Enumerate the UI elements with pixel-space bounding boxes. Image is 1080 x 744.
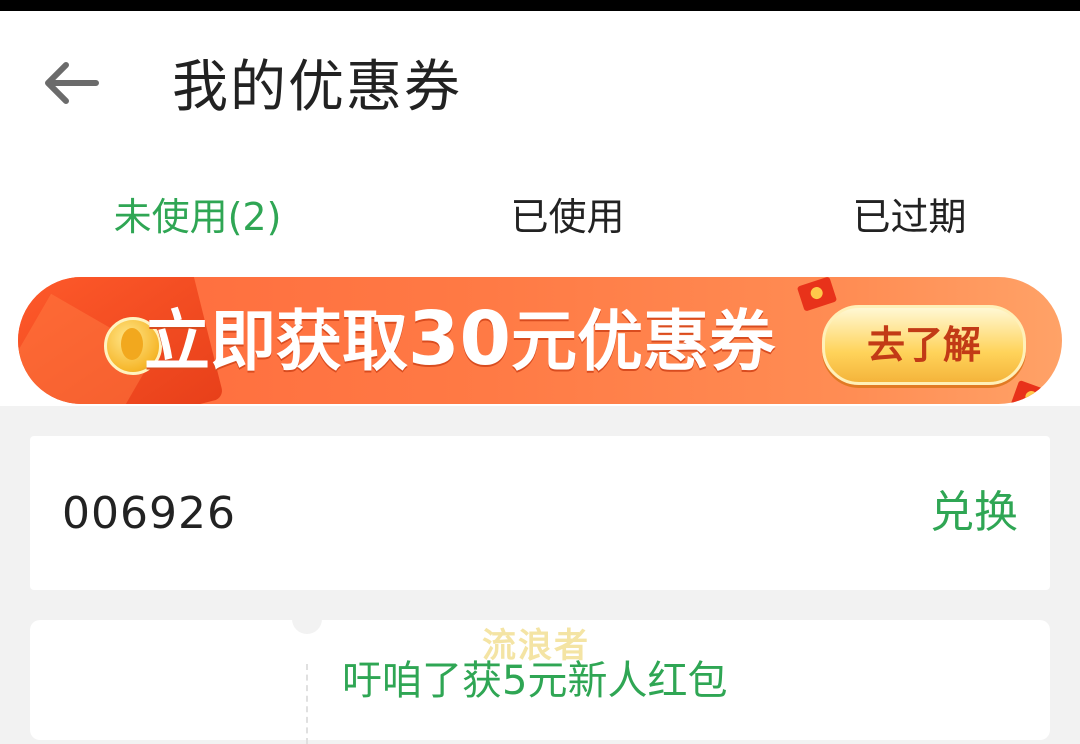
banner-headline: 立即获取30元优惠券	[144, 289, 775, 389]
page-title: 我的优惠券	[172, 55, 462, 120]
promo-banner-area: 立即获取30元优惠券 去了解	[0, 275, 1080, 406]
back-arrow-icon	[45, 62, 99, 104]
redeem-button[interactable]: 兑换	[930, 484, 1018, 542]
promo-banner[interactable]: 立即获取30元优惠券 去了解	[18, 277, 1062, 404]
learn-more-button[interactable]: 去了解	[822, 305, 1026, 385]
tab-used[interactable]: 已使用	[430, 187, 705, 247]
redeem-code-card: 006926 兑换	[30, 436, 1050, 590]
banner-text-prefix: 立即获取	[144, 303, 408, 380]
status-bar	[0, 0, 1080, 11]
tab-expired[interactable]: 已过期	[772, 187, 1047, 247]
coupon-divider	[306, 664, 310, 744]
back-button[interactable]	[38, 59, 102, 107]
redeem-code-input[interactable]: 006926	[62, 486, 236, 542]
watermark: 流浪者	[482, 626, 590, 666]
small-envelope-icon	[796, 277, 838, 312]
small-envelope-icon	[1010, 379, 1052, 404]
coupon-notch	[292, 604, 322, 634]
tab-unused[interactable]: 未使用(2)	[60, 187, 335, 247]
banner-amount: 30	[408, 296, 511, 382]
banner-text-suffix: 元优惠券	[510, 303, 775, 380]
header: 我的优惠券 未使用(2) 已使用 已过期	[0, 11, 1080, 285]
